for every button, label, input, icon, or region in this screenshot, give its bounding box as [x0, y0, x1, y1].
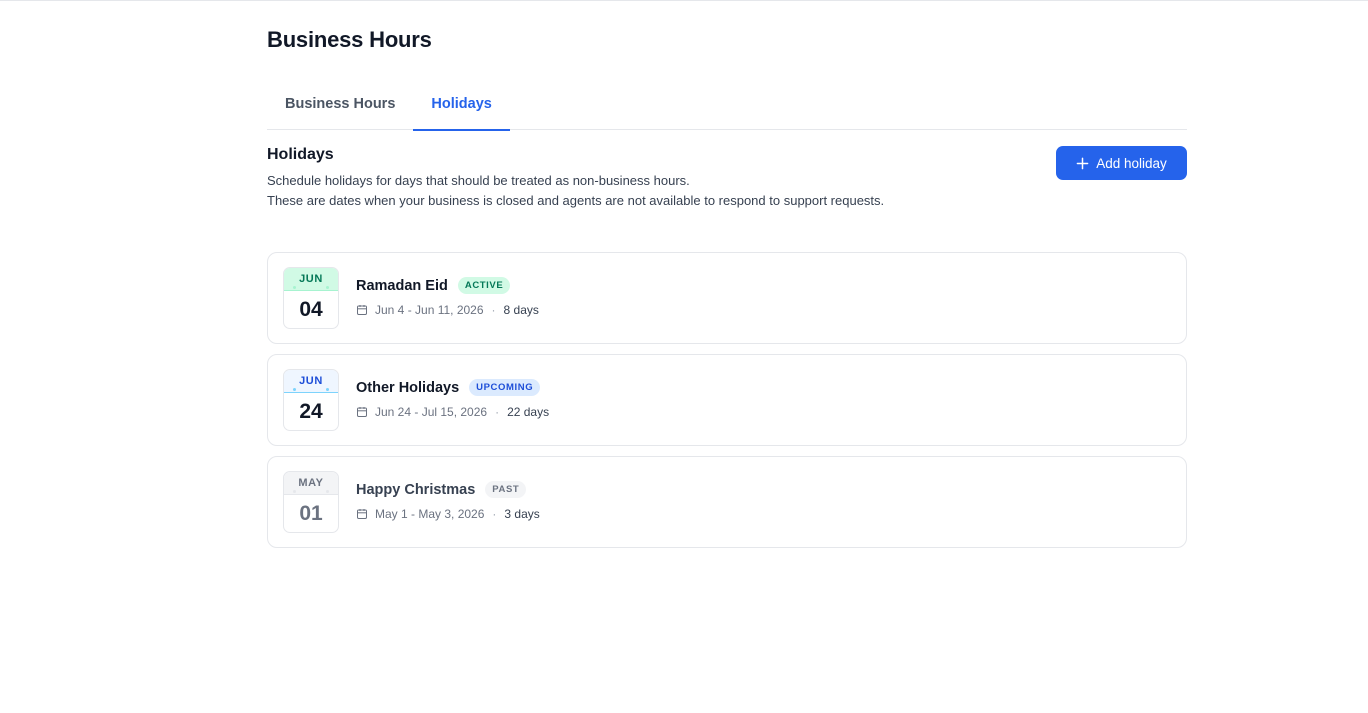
status-badge: UPCOMING: [469, 379, 541, 396]
tab-business-hours[interactable]: Business Hours: [267, 78, 413, 130]
holiday-title-row: Ramadan Eid ACTIVE: [356, 277, 511, 294]
date-day: 04: [299, 298, 323, 321]
holiday-title-row: Other Holidays UPCOMING: [356, 379, 541, 396]
tab-bar: Business Hours Holidays: [267, 78, 1187, 131]
date-day: 24: [299, 400, 323, 423]
add-holiday-label: Add holiday: [1096, 155, 1167, 171]
holiday-title-row: Happy Christmas PAST: [356, 481, 527, 498]
status-badge: ACTIVE: [457, 277, 511, 294]
holiday-card[interactable]: JUN 04 Ramadan Eid ACTIVE Jun 4 - Jun 11…: [267, 252, 1187, 344]
date-badge: JUN 04: [283, 267, 339, 329]
tab-holidays[interactable]: Holidays: [413, 78, 511, 131]
top-divider: [0, 0, 1368, 1]
calendar-icon: [357, 509, 367, 519]
date-day: 01: [299, 502, 323, 525]
date-range: Jun 24 - Jul 15, 2026: [375, 405, 488, 419]
section-description: Schedule holidays for days that should b…: [267, 171, 884, 211]
meta-separator: ·: [492, 507, 497, 521]
meta-separator: ·: [495, 405, 500, 419]
plus-icon: [1076, 157, 1089, 169]
calendar-ring-dot: [326, 490, 329, 493]
date-month: JUN: [284, 268, 338, 291]
month-label: JUN: [299, 273, 323, 285]
date-range: May 1 - May 3, 2026: [375, 507, 485, 521]
calendar-ring-dot: [293, 490, 296, 493]
holiday-card[interactable]: JUN 24 Other Holidays UPCOMING Jun 24 - …: [267, 354, 1187, 446]
holiday-list: JUN 04 Ramadan Eid ACTIVE Jun 4 - Jun 11…: [267, 252, 1187, 558]
duration: 8 days: [503, 303, 539, 317]
date-badge: MAY 01: [283, 471, 339, 533]
calendar-ring-dot: [293, 286, 296, 289]
duration: 22 days: [507, 405, 550, 419]
description-line-1: Schedule holidays for days that should b…: [267, 173, 690, 188]
holiday-name: Other Holidays: [356, 379, 460, 396]
page-title: Business Hours: [267, 27, 432, 52]
holiday-meta: May 1 - May 3, 2026 · 3 days: [356, 507, 540, 521]
holiday-name: Ramadan Eid: [356, 277, 448, 294]
calendar-icon: [357, 407, 367, 417]
calendar-ring-dot: [326, 388, 329, 391]
section-title: Holidays: [267, 146, 334, 163]
status-badge: PAST: [485, 481, 527, 498]
holiday-card[interactable]: MAY 01 Happy Christmas PAST May 1 - May …: [267, 456, 1187, 548]
month-label: MAY: [298, 477, 324, 489]
duration: 3 days: [504, 507, 540, 521]
month-label: JUN: [299, 375, 323, 387]
description-line-2: These are dates when your business is cl…: [267, 193, 885, 208]
date-badge: JUN 24: [283, 369, 339, 431]
calendar-ring-dot: [326, 286, 329, 289]
meta-separator: ·: [491, 303, 496, 317]
add-holiday-button[interactable]: Add holiday: [1056, 146, 1187, 180]
holiday-name: Happy Christmas: [356, 481, 476, 498]
date-month: MAY: [284, 472, 338, 495]
holiday-meta: Jun 4 - Jun 11, 2026 · 8 days: [356, 303, 539, 317]
calendar-ring-dot: [293, 388, 296, 391]
date-month: JUN: [284, 370, 338, 393]
holiday-meta: Jun 24 - Jul 15, 2026 · 22 days: [356, 405, 549, 419]
calendar-icon: [357, 305, 367, 315]
date-range: Jun 4 - Jun 11, 2026: [375, 303, 484, 317]
